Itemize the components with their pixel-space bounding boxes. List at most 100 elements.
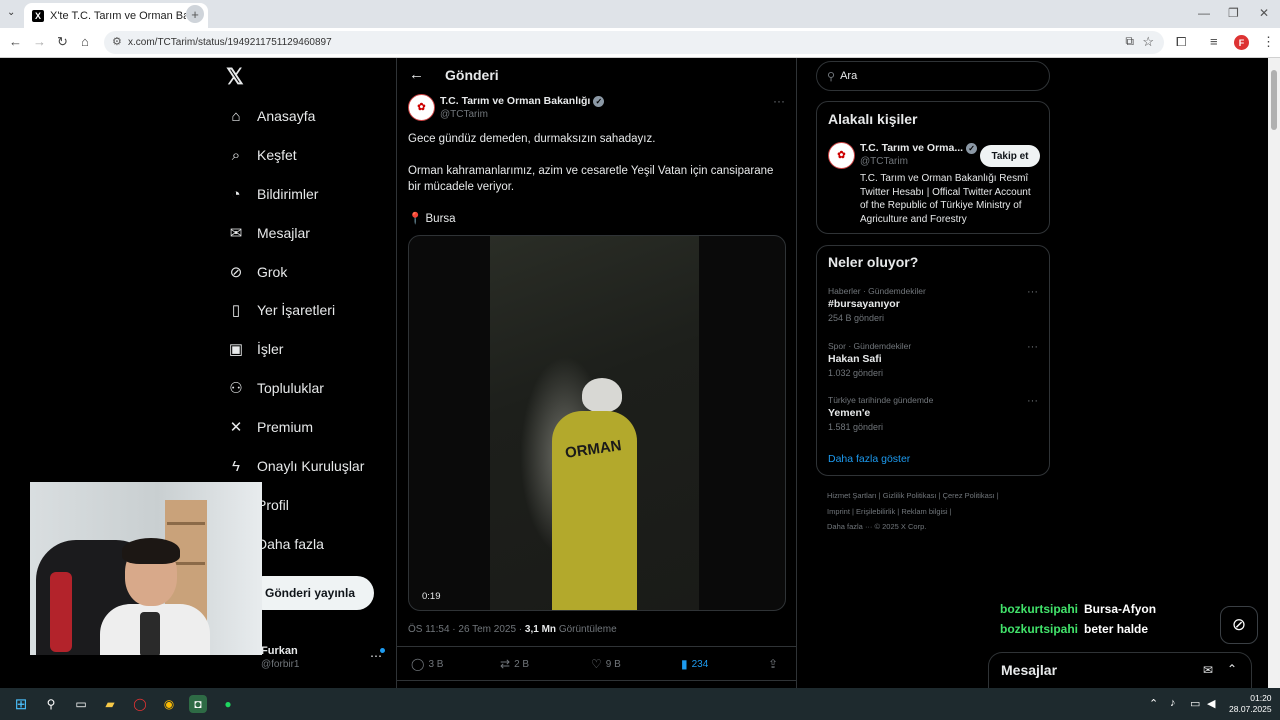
views-label: Görüntüleme [556,624,617,635]
volume-icon[interactable]: ◀ [1207,697,1215,710]
page-title: Gönderi [445,67,499,83]
nav-item-bookmarks[interactable]: ▯ Yer İşaretleri [226,296,335,324]
close-window-icon[interactable]: ✕ [1259,6,1269,20]
like-button[interactable]: ♡ 9 B [591,657,621,671]
home-button-icon[interactable]: ⌂ [81,34,89,49]
lightning-icon: ϟ [232,457,240,475]
page-scrollbar[interactable] [1268,58,1280,688]
site-info-icon[interactable]: ⚙ [112,35,122,48]
x-logo-icon[interactable]: 𝕏 [226,64,244,90]
windows-start-icon[interactable]: ⊞ [12,695,30,713]
user-name: Furkan [261,645,298,657]
post-more-icon[interactable]: ··· [773,94,785,108]
install-app-icon[interactable]: ⧉ [1125,34,1134,49]
author-avatar[interactable]: ✿ [408,94,435,121]
x-favicon-icon: X [32,9,44,22]
author-handle[interactable]: @TCTarim [440,109,488,120]
trend-title: Yemen'e [828,407,871,419]
trend-item[interactable]: Türkiye tarihinde gündemde Yemen'e 1.581… [828,395,1038,432]
file-explorer-icon[interactable]: ▰ [101,695,119,713]
clock-date: 28.07.2025 [1229,704,1272,714]
share-button[interactable]: ⇪ [768,657,782,671]
author-name[interactable]: T.C. Tarım ve Orman Bakanlığı ✓ [440,95,605,107]
bookmark-button[interactable]: ▮ 234 [681,657,708,671]
grok-float-button[interactable]: ⊘ [1220,606,1258,644]
new-message-icon[interactable]: ✉ [1203,663,1213,677]
browser-toolbar: ← → ↻ ⌂ ⚙ x.com/TCTarim/status/194921175… [0,28,1280,58]
back-arrow-icon[interactable]: ← [409,66,424,83]
network-icon[interactable]: ▭ [1190,697,1200,710]
post-timestamp[interactable]: ÖS 11:54 · 26 Tem 2025 · [408,624,525,635]
back-icon[interactable]: ← [9,34,22,49]
browser-chrome: ⌄ X X'te T.C. Tarım ve Orman Bakan ✕ + —… [0,0,1280,58]
repost-button[interactable]: ⇄ 2 B [500,657,529,671]
spotify-icon[interactable]: ● [219,695,237,713]
trend-more-icon[interactable]: ··· [1027,286,1038,298]
nav-item-messages[interactable]: ✉ Mesajlar [226,219,310,247]
scrollbar-thumb[interactable] [1271,70,1277,130]
grok-icon: ⊘ [229,264,243,281]
restore-icon[interactable]: ❐ [1228,6,1239,20]
heart-icon: ♡ [591,657,602,671]
taskbar-clock[interactable]: 01:20 28.07.2025 [1229,693,1272,715]
profile-avatar-icon[interactable]: F [1234,35,1249,50]
reply-count: 3 B [428,658,444,670]
person-avatar[interactable]: ✿ [828,142,855,169]
nav-item-premium[interactable]: ✕ Premium [226,413,313,441]
streaming-app-icon[interactable]: ◘ [189,695,207,713]
communities-icon: ⚇ [229,380,243,397]
browser-tab[interactable]: X X'te T.C. Tarım ve Orman Bakan ✕ [24,3,208,28]
video-frame: ORMAN [490,236,699,610]
microphone-icon[interactable]: ♪ [1170,697,1176,709]
trend-item[interactable]: Spor · Gündemdekiler Hakan Safi 1.032 gö… [828,341,1038,378]
browser-menu-icon[interactable]: ⋮ [1262,34,1275,50]
nav-item-verified-orgs[interactable]: ϟ Onaylı Kuruluşlar [226,452,364,480]
nav-item-grok[interactable]: ⊘ Grok [226,258,288,286]
chrome-icon[interactable]: ◉ [160,695,178,713]
new-tab-button[interactable]: + [186,5,204,23]
webcam-shelf-board [167,522,205,525]
nav-item-communities[interactable]: ⚇ Topluluklar [226,374,324,402]
media-control-icon[interactable]: ≡ [1210,34,1218,49]
footer-links-1[interactable]: Hizmet Şartları | Gizlilik Politikası | … [827,491,999,500]
opera-icon[interactable]: ◯ [131,695,149,713]
trend-more-icon[interactable]: ··· [1027,341,1038,353]
nav-item-notifications[interactable]: ◔ Bildirimler [226,180,318,208]
author-name-text: T.C. Tarım ve Orman Bakanlığı [440,95,591,107]
repost-icon: ⇄ [500,657,511,671]
extensions-icon[interactable]: ⧠ [1176,34,1186,50]
views-count: 3,1 Mn [524,624,557,635]
grok-icon: ⊘ [1231,615,1247,634]
bookmark-filled-icon: ▮ [681,657,688,671]
minimize-icon[interactable]: — [1198,6,1210,20]
mail-icon: ✉ [229,225,243,242]
video-player[interactable]: ORMAN 0:19 [408,235,786,611]
search-icon[interactable]: ⚲ [42,695,60,713]
reload-icon[interactable]: ↻ [57,34,68,50]
person-name[interactable]: T.C. Tarım ve Orma... ✓ [860,142,978,154]
show-more-link[interactable]: Daha fazla göster [828,453,910,465]
nav-item-home[interactable]: ⌂ Anasayfa [226,102,315,130]
forward-icon[interactable]: → [33,34,46,49]
post-button[interactable]: Gönderi yayınla [246,576,374,610]
nav-item-jobs[interactable]: ▣ İşler [226,335,284,363]
tab-search-icon[interactable]: ⌄ [7,7,15,18]
bookmark-star-icon[interactable]: ☆ [1142,34,1154,50]
trend-item[interactable]: Haberler · Gündemdekiler #bursayanıyor 2… [828,286,1038,323]
follow-button[interactable]: Takip et [980,145,1040,167]
messages-drawer[interactable]: Mesajlar ✉ ⌃ [988,652,1252,688]
footer-links-3[interactable]: Daha fazla ··· © 2025 X Corp. [827,522,926,531]
search-input[interactable]: ⚲ Ara [816,61,1050,91]
reply-button[interactable]: ◯ 3 B [411,657,443,671]
footer-links-2[interactable]: Imprint | Erişilebilirlik | Reklam bilgi… [827,507,952,516]
tray-chevron-icon[interactable]: ⌃ [1149,697,1158,710]
address-bar[interactable]: ⚙ x.com/TCTarim/status/19492117511294608… [104,31,1164,54]
expand-chevron-icon[interactable]: ⌃ [1227,662,1237,676]
trend-more-icon[interactable]: ··· [1027,395,1038,407]
person-handle[interactable]: @TCTarim [860,156,908,167]
task-view-icon[interactable]: ▭ [72,695,90,713]
nav-label: Topluluklar [257,380,324,396]
nav-item-explore[interactable]: ⌕ Keşfet [226,141,297,169]
post-meta: ÖS 11:54 · 26 Tem 2025 · 3,1 Mn Görüntül… [408,624,617,635]
user-handle: @forbir1 [261,659,300,670]
